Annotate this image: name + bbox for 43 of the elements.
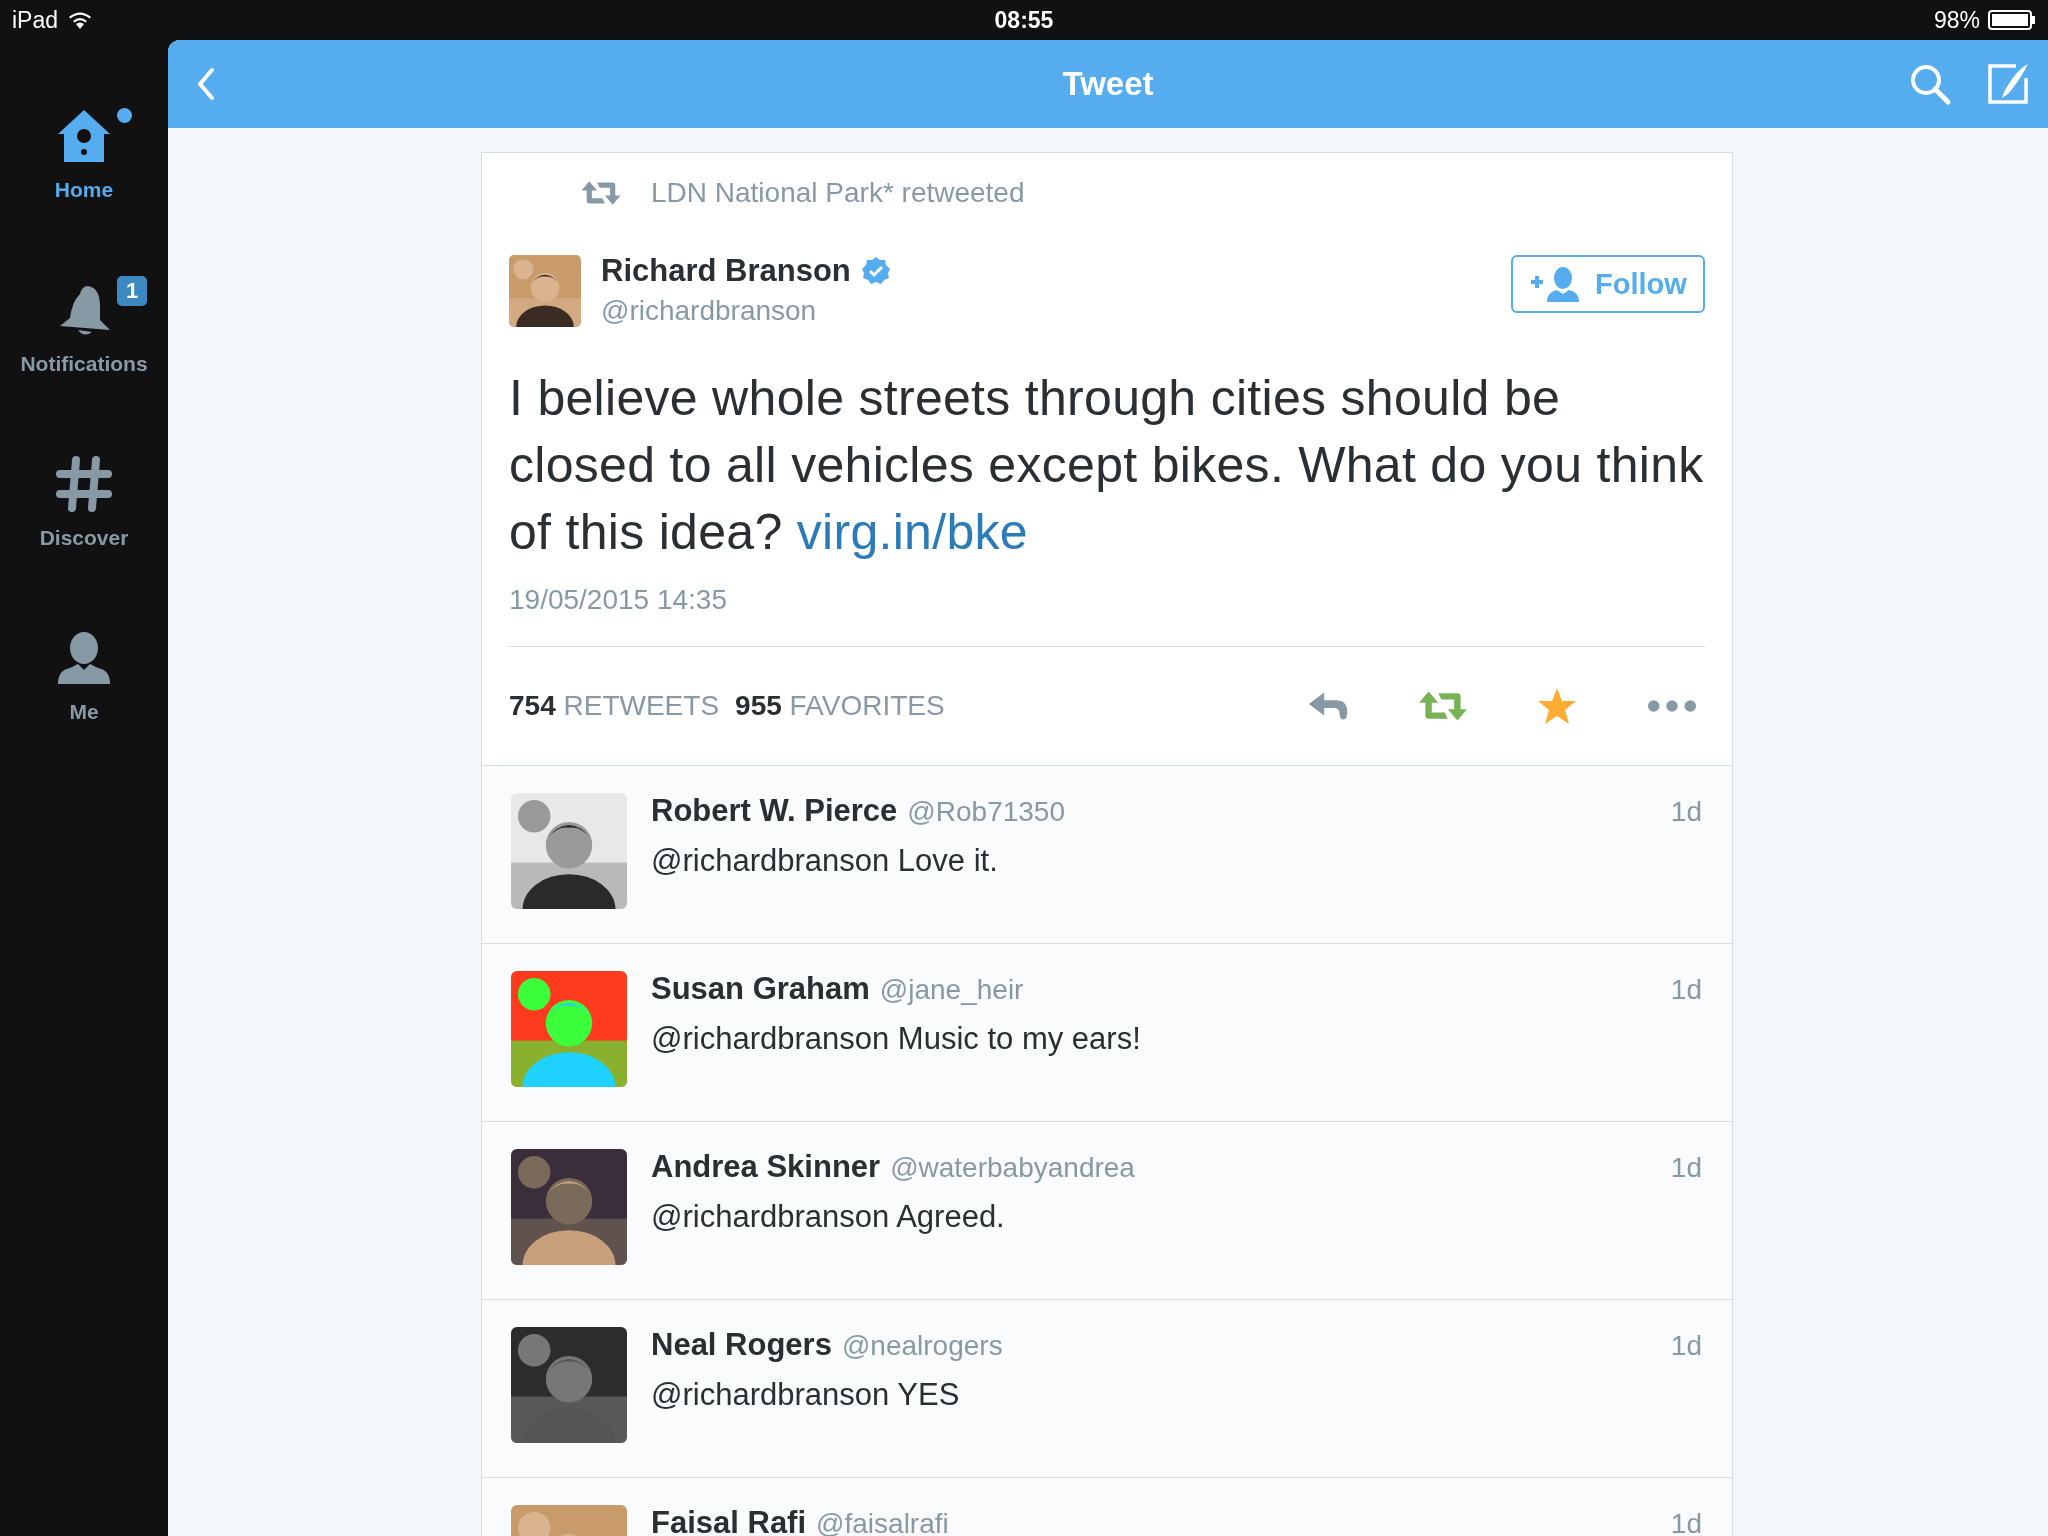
reply-author-name[interactable]: Robert W. Pierce [651, 793, 898, 829]
reply-time: 1d [1670, 796, 1702, 828]
tweet-timestamp: 19/05/2015 14:35 [509, 584, 727, 615]
stat-count[interactable]: 955 FAVORITES [735, 690, 945, 722]
reply-text: @richardbranson Love it. [651, 843, 999, 879]
reply-author-handle: @waterbabyandrea [890, 1152, 1135, 1184]
compose-icon[interactable] [1986, 62, 2030, 106]
sidebar-tab[interactable]: Me [4, 628, 164, 724]
tweet-text: I believe whole streets through cities should be closed to all vehicles except bikes. What do you think of this idea? virg.in/bke [509, 369, 1705, 562]
author-handle: @richardbranson [601, 295, 818, 327]
wifi-icon [68, 11, 93, 29]
battery-percent: 98% [1933, 6, 1980, 34]
add-person-icon [1529, 266, 1582, 302]
search-icon[interactable] [1908, 62, 1952, 106]
reply-author-name[interactable]: Andrea Skinner [651, 1149, 881, 1185]
clock: 08:55 [994, 6, 1054, 33]
hashtag-icon [54, 454, 114, 514]
reply-author-name[interactable]: Susan Graham [651, 971, 870, 1007]
reply-time: 1d [1670, 1330, 1702, 1362]
reply-text: @richardbranson Music to my ears! [651, 1021, 1142, 1057]
reply-author-handle: @Rob71350 [907, 796, 1065, 828]
reply-time: 1d [1670, 974, 1702, 1006]
more-icon[interactable] [1647, 699, 1697, 713]
author-name[interactable]: Richard Branson [601, 253, 851, 289]
reply-text: @richardbranson YES [651, 1377, 961, 1413]
reply-time: 1d [1670, 1508, 1702, 1536]
retweet-icon [581, 180, 621, 206]
reply-author-name[interactable]: Faisal Rafi [651, 1505, 807, 1536]
notification-badge: 1 [117, 276, 147, 306]
battery-icon [1988, 10, 2036, 30]
reply-text: @richardbranson Agreed. [651, 1199, 1006, 1235]
retweeted-by-label: LDN National Park* retweeted [651, 177, 1025, 209]
sidebar-tab[interactable]: Home [4, 106, 164, 202]
reply-author-handle: @faisalrafi [816, 1508, 949, 1536]
reply-author-handle: @jane_heir [879, 974, 1024, 1006]
reply-time: 1d [1670, 1152, 1702, 1184]
stat-count[interactable]: 754 RETWEETS [509, 690, 720, 722]
sidebar-tab[interactable]: Discover [4, 454, 164, 550]
reply-author-name[interactable]: Neal Rogers [651, 1327, 832, 1363]
screen-title: Tweet [1062, 65, 1154, 102]
carrier-label: iPad [12, 6, 59, 34]
reply-author-handle: @nealrogers [841, 1330, 1003, 1362]
tweet-link[interactable]: virg.in/bke [796, 504, 1028, 560]
